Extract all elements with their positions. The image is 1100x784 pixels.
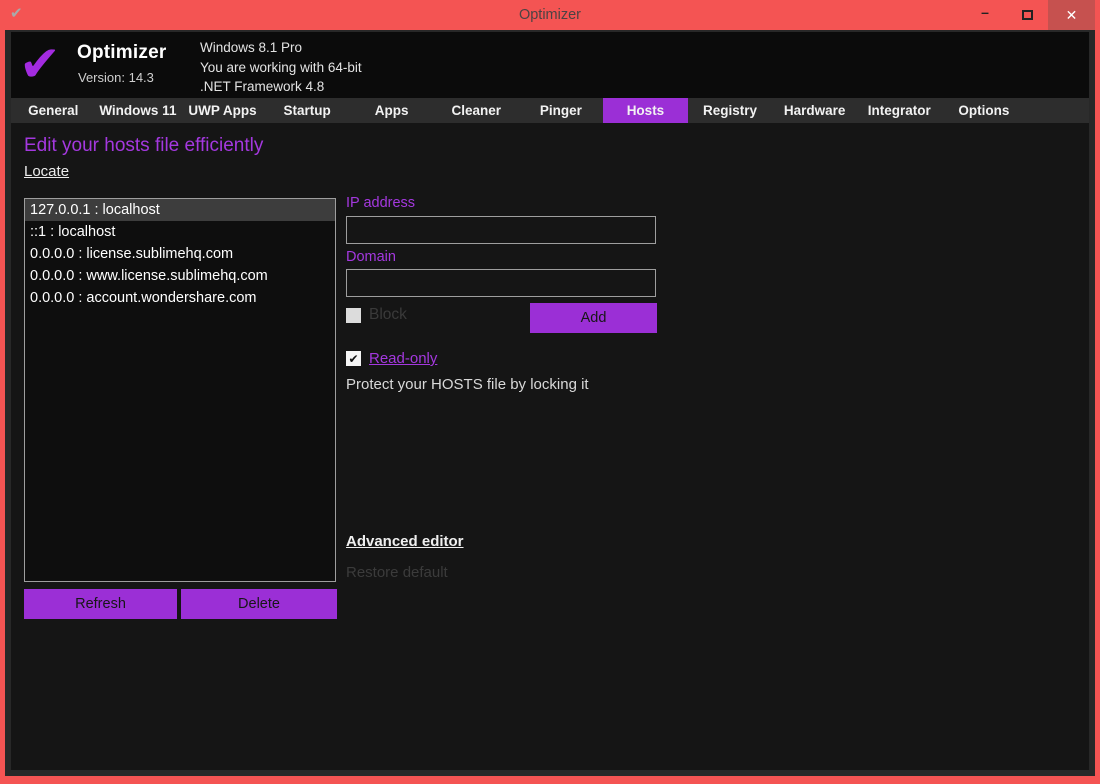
system-info-framework: .NET Framework 4.8 <box>200 77 362 97</box>
system-info: Windows 8.1 Pro You are working with 64-… <box>200 38 362 97</box>
ip-address-input[interactable] <box>346 216 656 244</box>
tab-cleaner[interactable]: Cleaner <box>434 98 519 123</box>
hosts-panel: Edit your hosts file efficiently Locate … <box>11 123 1089 770</box>
tab-pinger[interactable]: Pinger <box>519 98 604 123</box>
tab-windows-11[interactable]: Windows 11 <box>96 98 181 123</box>
domain-label: Domain <box>346 249 396 265</box>
add-button[interactable]: Add <box>530 303 657 333</box>
refresh-button[interactable]: Refresh <box>24 589 177 619</box>
checkmark-icon: ✔ <box>348 352 358 366</box>
app-name: Optimizer <box>77 42 166 64</box>
readonly-description: Protect your HOSTS file by locking it <box>346 376 589 393</box>
tab-startup[interactable]: Startup <box>265 98 350 123</box>
maximize-button[interactable] <box>1006 0 1048 30</box>
tab-hosts[interactable]: Hosts <box>603 98 688 123</box>
block-label: Block <box>369 306 407 324</box>
readonly-label: Read-only <box>369 350 437 367</box>
app-header: ✔ Optimizer Version: 14.3 Windows 8.1 Pr… <box>11 32 1089 98</box>
readonly-checkbox[interactable]: ✔ <box>346 351 361 366</box>
ip-address-label: IP address <box>346 195 415 211</box>
tab-registry[interactable]: Registry <box>688 98 773 123</box>
tab-integrator[interactable]: Integrator <box>857 98 942 123</box>
maximize-icon <box>1022 10 1033 20</box>
block-checkbox[interactable] <box>346 308 361 323</box>
hosts-entries-list[interactable]: 127.0.0.1 : localhost ::1 : localhost 0.… <box>24 198 336 582</box>
tab-apps[interactable]: Apps <box>349 98 434 123</box>
hosts-entry[interactable]: 0.0.0.0 : www.license.sublimehq.com <box>25 265 335 287</box>
page-title: Edit your hosts file efficiently <box>24 135 263 157</box>
minimize-icon: – <box>981 4 989 20</box>
hosts-entry[interactable]: 127.0.0.1 : localhost <box>25 199 335 221</box>
close-icon: ✕ <box>1066 7 1078 24</box>
close-button[interactable]: ✕ <box>1048 0 1095 30</box>
window-title: Optimizer <box>0 1 1100 29</box>
tab-general[interactable]: General <box>11 98 96 123</box>
hosts-entry[interactable]: 0.0.0.0 : license.sublimehq.com <box>25 243 335 265</box>
minimize-button[interactable]: – <box>964 0 1006 30</box>
app-version: Version: 14.3 <box>78 70 154 85</box>
window-frame: ✔ Optimizer Version: 14.3 Windows 8.1 Pr… <box>5 30 1095 776</box>
app-surface: ✔ Optimizer Version: 14.3 Windows 8.1 Pr… <box>11 32 1089 770</box>
locate-link[interactable]: Locate <box>24 163 69 180</box>
domain-input[interactable] <box>346 269 656 297</box>
tab-hardware[interactable]: Hardware <box>772 98 857 123</box>
block-option[interactable]: Block <box>346 306 407 324</box>
system-info-os: Windows 8.1 Pro <box>200 38 362 58</box>
tab-uwp-apps[interactable]: UWP Apps <box>180 98 265 123</box>
restore-default-link: Restore default <box>346 564 448 581</box>
delete-button[interactable]: Delete <box>181 589 337 619</box>
tab-options[interactable]: Options <box>942 98 1027 123</box>
readonly-option[interactable]: ✔ Read-only <box>346 350 437 367</box>
window-controls: – ✕ <box>964 0 1095 30</box>
tab-bar: General Windows 11 UWP Apps Startup Apps… <box>11 98 1089 123</box>
hosts-entry[interactable]: ::1 : localhost <box>25 221 335 243</box>
hosts-entry[interactable]: 0.0.0.0 : account.wondershare.com <box>25 287 335 309</box>
system-info-arch: You are working with 64-bit <box>200 58 362 78</box>
title-bar: ✔ Optimizer – ✕ <box>0 0 1100 30</box>
advanced-editor-link[interactable]: Advanced editor <box>346 533 464 550</box>
logo-check-icon: ✔ <box>19 34 61 94</box>
